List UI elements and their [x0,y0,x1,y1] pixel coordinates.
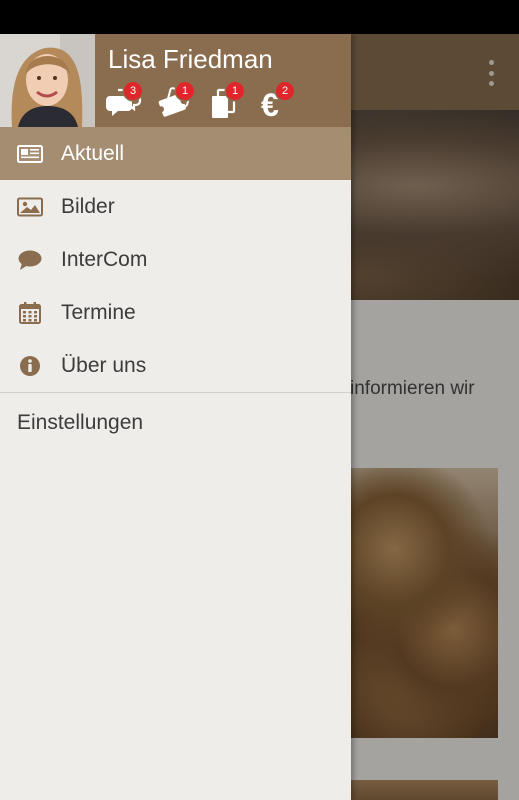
newspaper-icon [17,142,43,166]
menu-item-label: Termine [61,300,136,324]
documents-icon[interactable]: 1 [208,82,248,122]
image-icon [17,195,43,219]
menu-item-aktuell[interactable]: Aktuell [0,127,351,180]
euro-icon[interactable]: € 2 [258,82,298,123]
status-bar [0,0,519,34]
calendar-icon [17,301,43,325]
badge-count: 1 [226,82,244,100]
menu-item-intercom[interactable]: InterCom [0,233,351,286]
menu-item-termine[interactable]: Termine [0,286,351,339]
badge-count: 3 [124,82,142,100]
menu-item-label: Aktuell [61,141,125,165]
menu-item-ueber-uns[interactable]: Über uns [0,339,351,392]
settings-item[interactable]: Einstellungen [0,393,351,453]
speech-bubble-icon [17,248,43,272]
badge-count: 2 [276,82,294,100]
menu-item-label: Bilder [61,194,115,218]
user-name: Lisa Friedman [108,44,273,74]
avatar[interactable] [0,34,95,127]
navigation-drawer: Lisa Friedman 3 1 1 € 2 Aktuell Bilder I… [0,34,351,800]
chat-bubbles-icon[interactable]: 3 [106,82,146,122]
menu-item-label: Über uns [61,353,147,377]
drawer-header: Lisa Friedman 3 1 1 € 2 [0,34,351,127]
menu-item-bilder[interactable]: Bilder [0,180,351,233]
badge-count: 1 [176,82,194,100]
info-icon [17,354,43,378]
menu-item-label: InterCom [61,247,148,271]
tickets-icon[interactable]: 1 [156,82,196,122]
drawer-menu: Aktuell Bilder InterCom Termine Über uns… [0,127,351,453]
